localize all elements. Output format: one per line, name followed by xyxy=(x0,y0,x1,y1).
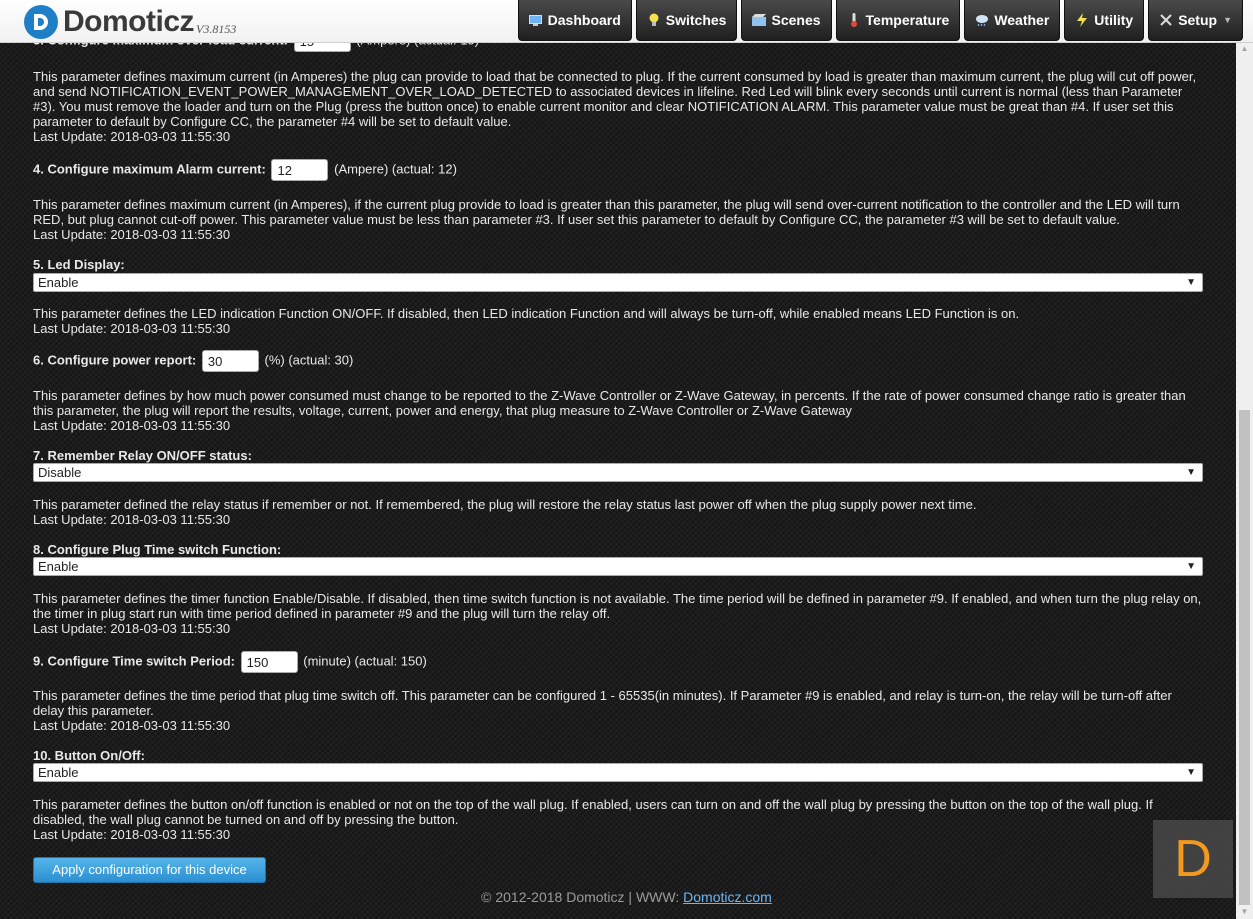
nav-weather[interactable]: Weather xyxy=(964,0,1061,41)
param-6-label: 6. Configure power report: xyxy=(33,352,197,368)
param-10-description: This parameter defines the button on/off… xyxy=(33,797,1153,827)
param-4-description: This parameter defines maximum current (… xyxy=(33,197,1180,227)
param-3-description: This parameter defines maximum current (… xyxy=(33,69,1197,129)
param-9-description: This parameter defines the time period t… xyxy=(33,688,1172,718)
param-7-select[interactable]: Disable ▼ xyxy=(33,463,1203,482)
param-8-select[interactable]: Enable ▼ xyxy=(33,557,1203,576)
param-10-select[interactable]: Enable ▼ xyxy=(33,763,1203,782)
param-9-row: 9. Configure Time switch Period: (minute… xyxy=(33,651,427,673)
footer-copyright: © 2012-2018 Domoticz | WWW: xyxy=(481,889,684,905)
param-6-row: 6. Configure power report: (%) (actual: … xyxy=(33,350,353,372)
nav-scenes-label: Scenes xyxy=(771,12,821,28)
dashboard-icon xyxy=(529,13,543,27)
dropdown-arrow-icon: ▼ xyxy=(1186,767,1196,778)
param-4-last-update: Last Update: 2018-03-03 11:55:30 xyxy=(33,227,231,242)
param-5-last-update: Last Update: 2018-03-03 11:55:30 xyxy=(33,321,231,336)
param-5-selected-value: Enable xyxy=(38,275,79,290)
brand-version: V3.8153 xyxy=(196,21,237,36)
weather-icon xyxy=(975,13,989,27)
param-4-input[interactable] xyxy=(271,159,329,181)
nav-setup[interactable]: Setup ▼ xyxy=(1148,0,1243,41)
param-10-last-update: Last Update: 2018-03-03 11:55:30 xyxy=(33,827,231,842)
nav-setup-label: Setup xyxy=(1178,12,1218,28)
param-8-last-update: Last Update: 2018-03-03 11:55:30 xyxy=(33,621,231,636)
utility-icon xyxy=(1075,13,1089,27)
param-4-row: 4. Configure maximum Alarm current: (Amp… xyxy=(33,159,457,181)
nav-temperature-label: Temperature xyxy=(865,12,950,28)
param-7-last-update: Last Update: 2018-03-03 11:55:30 xyxy=(33,512,231,527)
apply-configuration-button[interactable]: Apply configuration for this device xyxy=(33,857,266,883)
param-3-last-update: Last Update: 2018-03-03 11:55:30 xyxy=(33,129,231,144)
param-5-select[interactable]: Enable ▼ xyxy=(33,273,1203,292)
thermometer-icon xyxy=(847,13,861,27)
param-4-unit: (Ampere) (actual: 12) xyxy=(334,161,457,177)
scenes-icon xyxy=(752,13,767,27)
domoticz-badge-icon[interactable]: D xyxy=(1153,820,1233,898)
lightbulb-icon xyxy=(647,13,661,27)
nav-weather-label: Weather xyxy=(994,12,1050,28)
top-navbar: Domoticz V3.8153 Dashboard Switches Scen… xyxy=(0,0,1253,43)
param-5-label: 5. Led Display: xyxy=(33,257,125,272)
nav-temperature[interactable]: Temperature xyxy=(835,0,961,41)
param-6-unit: (%) (actual: 30) xyxy=(264,352,354,368)
param-5-description: This parameter defines the LED indicatio… xyxy=(33,306,1020,321)
param-7-label: 7. Remember Relay ON/OFF status: xyxy=(33,448,252,463)
nav-scenes[interactable]: Scenes xyxy=(741,0,832,41)
param-6-last-update: Last Update: 2018-03-03 11:55:30 xyxy=(33,418,231,433)
domoticz-logo-icon xyxy=(24,5,58,39)
param-7-selected-value: Disable xyxy=(38,465,82,480)
nav-dashboard-label: Dashboard xyxy=(547,12,621,28)
nav-switches[interactable]: Switches xyxy=(635,0,738,41)
dropdown-arrow-icon: ▼ xyxy=(1186,277,1196,288)
param-7-description: This parameter defined the relay status … xyxy=(33,497,977,512)
tools-icon xyxy=(1159,13,1173,27)
nav-utility[interactable]: Utility xyxy=(1064,0,1145,41)
scroll-down-arrow-icon[interactable]: ▼ xyxy=(1236,905,1253,919)
param-9-unit: (minute) (actual: 150) xyxy=(303,653,427,669)
nav-switches-label: Switches xyxy=(665,12,727,28)
brand-name: Domoticz xyxy=(63,5,195,38)
param-10-selected-value: Enable xyxy=(38,765,79,780)
vertical-scrollbar[interactable]: ▲ ▼ xyxy=(1236,42,1253,919)
nav-dashboard[interactable]: Dashboard xyxy=(517,0,632,41)
param-6-description: This parameter defines by how much power… xyxy=(33,388,1186,418)
param-9-input[interactable] xyxy=(240,651,298,673)
param-8-selected-value: Enable xyxy=(38,559,79,574)
scrollbar-thumb[interactable] xyxy=(1239,410,1250,905)
dropdown-arrow-icon: ▼ xyxy=(1186,561,1196,572)
footer: © 2012-2018 Domoticz | WWW: Domoticz.com xyxy=(0,889,1253,905)
chevron-down-icon: ▼ xyxy=(1223,15,1232,25)
param-8-label: 8. Configure Plug Time switch Function: xyxy=(33,542,282,557)
footer-link[interactable]: Domoticz.com xyxy=(683,889,772,905)
param-4-label: 4. Configure maximum Alarm current: xyxy=(33,161,266,177)
param-8-description: This parameter defines the timer functio… xyxy=(33,591,1202,621)
nav-utility-label: Utility xyxy=(1094,12,1134,28)
param-9-label: 9. Configure Time switch Period: xyxy=(33,653,236,669)
main-nav: Dashboard Switches Scenes Temperature We… xyxy=(514,0,1243,41)
param-10-label: 10. Button On/Off: xyxy=(33,748,145,763)
param-6-input[interactable] xyxy=(201,350,259,372)
brand[interactable]: Domoticz V3.8153 xyxy=(24,4,236,40)
scroll-up-arrow-icon[interactable]: ▲ xyxy=(1236,42,1253,56)
dropdown-arrow-icon: ▼ xyxy=(1186,467,1196,478)
param-9-last-update: Last Update: 2018-03-03 11:55:30 xyxy=(33,718,231,733)
